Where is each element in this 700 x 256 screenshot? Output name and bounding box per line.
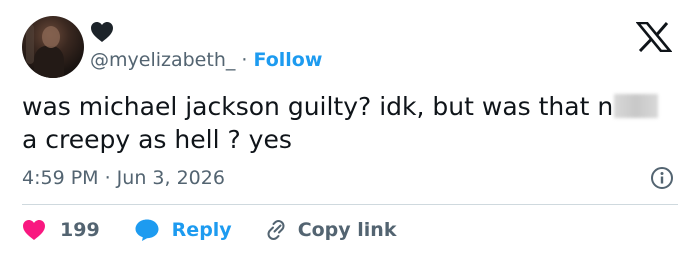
tweet-text: was michael jackson guilty? idk, but was… <box>22 90 672 156</box>
avatar-light <box>26 24 34 64</box>
copy-link-button[interactable]: Copy link <box>232 218 397 242</box>
user-handle-row: @myelizabeth_ · Follow <box>90 47 322 73</box>
avatar-figure <box>34 46 64 78</box>
follow-button[interactable]: Follow <box>254 49 323 71</box>
avatar[interactable] <box>22 16 84 78</box>
reply-bubble-icon <box>135 219 159 241</box>
avatar-face <box>42 26 60 48</box>
censored-word <box>614 94 659 118</box>
tweet-timestamp[interactable]: 4:59 PM · Jun 3, 2026 <box>22 165 225 191</box>
divider <box>22 204 678 205</box>
heart-icon <box>91 22 113 42</box>
copy-link-label: Copy link <box>297 219 397 241</box>
user-handle[interactable]: @myelizabeth_ <box>90 49 235 71</box>
tweet-text-part-2: a creepy as hell ? yes <box>22 125 292 154</box>
link-icon <box>267 220 285 240</box>
like-count: 199 <box>60 219 100 241</box>
reply-label: Reply <box>171 219 232 241</box>
info-icon[interactable] <box>650 166 674 190</box>
action-bar: 199 Reply Copy link <box>22 216 396 244</box>
tweet-text-part-1: was michael jackson guilty? idk, but was… <box>22 92 614 121</box>
x-logo-icon[interactable] <box>636 22 672 52</box>
separator-dot: · <box>241 49 248 71</box>
reply-button[interactable]: Reply <box>100 218 232 242</box>
like-button[interactable]: 199 <box>22 219 100 241</box>
heart-like-icon <box>23 220 45 240</box>
